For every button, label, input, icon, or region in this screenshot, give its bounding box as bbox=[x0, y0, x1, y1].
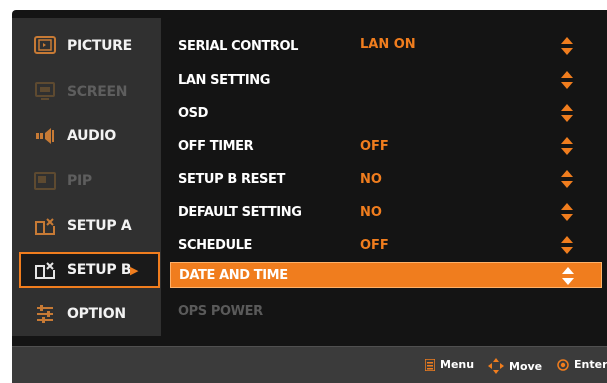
enter-hint-label: Enter bbox=[574, 358, 607, 371]
row-label: OSD bbox=[178, 105, 209, 121]
up-down-arrow-icon[interactable] bbox=[561, 236, 573, 254]
pip-icon bbox=[34, 172, 56, 190]
row-label: DATE AND TIME bbox=[179, 267, 288, 283]
screen-icon bbox=[35, 82, 55, 100]
up-down-arrow-icon[interactable] bbox=[561, 137, 573, 155]
menu-hint: Menu bbox=[425, 358, 474, 371]
setup-b-icon bbox=[35, 262, 55, 279]
move-hint-label: Move bbox=[509, 359, 543, 373]
menu-row-date-and-time[interactable]: DATE AND TIME bbox=[170, 262, 602, 288]
sidebar-item-label: SETUP A bbox=[67, 218, 132, 234]
sidebar-item-picture[interactable]: PICTURE bbox=[12, 28, 161, 64]
menu-row-off-timer[interactable]: OFF TIMER OFF bbox=[170, 130, 602, 162]
sidebar-item-label: SCREEN bbox=[67, 84, 128, 100]
active-arrow-icon: ▶ bbox=[130, 263, 139, 277]
menu-row-default-setting[interactable]: DEFAULT SETTING NO bbox=[170, 196, 602, 228]
sidebar-item-label: SETUP B bbox=[67, 262, 132, 278]
row-label: OFF TIMER bbox=[178, 138, 254, 154]
enter-icon bbox=[557, 358, 569, 371]
row-value: NO bbox=[360, 171, 382, 187]
sidebar-item-audio[interactable]: AUDIO bbox=[12, 118, 161, 154]
sidebar-item-setup-a[interactable]: SETUP A bbox=[12, 208, 161, 244]
sidebar-item-screen[interactable]: SCREEN bbox=[12, 74, 161, 110]
row-value: LAN ON bbox=[360, 37, 416, 52]
sidebar-item-pip[interactable]: PIP bbox=[12, 163, 161, 199]
footer-hint-bar: Menu Move Enter bbox=[12, 346, 607, 383]
up-down-arrow-icon[interactable] bbox=[561, 37, 573, 55]
sidebar-item-label: OPTION bbox=[67, 306, 126, 322]
menu-row-ops-power[interactable]: OPS POWER bbox=[170, 295, 602, 327]
row-value: NO bbox=[360, 204, 382, 220]
row-label: SETUP B RESET bbox=[178, 171, 285, 187]
move-arrows-icon bbox=[488, 358, 504, 374]
menu-row-osd[interactable]: OSD bbox=[170, 97, 602, 129]
move-hint: Move bbox=[488, 358, 542, 374]
menu-row-serial-control[interactable]: SERIAL CONTROL LAN ON bbox=[170, 30, 602, 62]
row-label: LAN SETTING bbox=[178, 72, 271, 88]
menu-row-setup-b-reset[interactable]: SETUP B RESET NO bbox=[170, 163, 602, 195]
up-down-arrow-icon[interactable] bbox=[562, 267, 574, 285]
picture-icon bbox=[34, 36, 56, 54]
option-icon bbox=[37, 305, 53, 323]
setup-a-icon bbox=[35, 218, 55, 235]
sidebar: PICTURE SCREEN AUDIO PIP SETUP A SETUP B… bbox=[12, 18, 161, 336]
up-down-arrow-icon[interactable] bbox=[561, 170, 573, 188]
sidebar-item-label: PIP bbox=[67, 173, 92, 189]
row-label: SCHEDULE bbox=[178, 237, 252, 253]
row-label: DEFAULT SETTING bbox=[178, 204, 302, 220]
row-label: OPS POWER bbox=[178, 303, 263, 319]
menu-icon bbox=[425, 358, 435, 371]
row-value: OFF bbox=[360, 237, 389, 253]
sidebar-item-label: PICTURE bbox=[67, 38, 132, 54]
row-label: SERIAL CONTROL bbox=[178, 38, 299, 54]
menu-row-schedule[interactable]: SCHEDULE OFF bbox=[170, 229, 602, 261]
up-down-arrow-icon[interactable] bbox=[561, 104, 573, 122]
sidebar-item-setup-b[interactable]: SETUP B ▶ bbox=[19, 252, 160, 288]
sidebar-item-label: AUDIO bbox=[67, 128, 117, 144]
panel-divider bbox=[161, 18, 169, 336]
row-value: OFF bbox=[360, 138, 389, 154]
sidebar-item-option[interactable]: OPTION bbox=[12, 296, 161, 332]
up-down-arrow-icon[interactable] bbox=[561, 71, 573, 89]
menu-hint-label: Menu bbox=[440, 358, 475, 371]
up-down-arrow-icon[interactable] bbox=[561, 203, 573, 221]
menu-row-lan-setting[interactable]: LAN SETTING bbox=[170, 64, 602, 96]
audio-icon bbox=[36, 128, 54, 144]
enter-hint: Enter bbox=[557, 358, 607, 371]
